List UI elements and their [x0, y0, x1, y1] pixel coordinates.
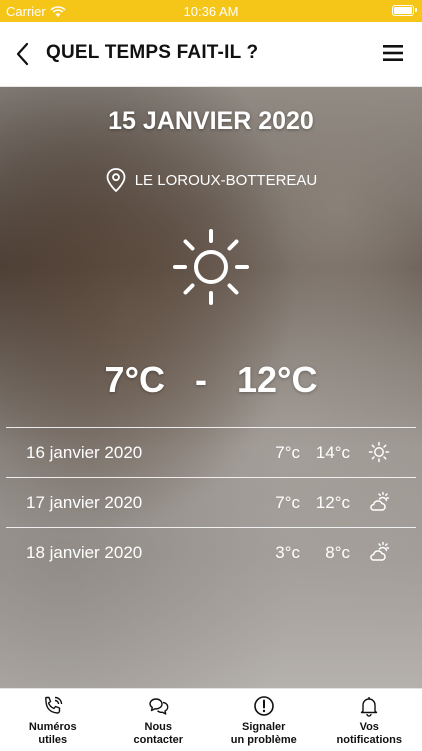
- status-bar: Carrier 10:36 AM: [0, 0, 422, 22]
- phone-icon: [42, 695, 64, 717]
- tab-nous-contacter[interactable]: Nous contacter: [106, 689, 212, 751]
- back-arrow-icon[interactable]: [8, 36, 40, 72]
- forecast-date: 18 janvier 2020: [26, 543, 142, 563]
- tab-label: Numéros utiles: [29, 721, 77, 747]
- forecast-row: 16 janvier 2020 7°c 14°c: [6, 427, 416, 477]
- tab-label: Nous contacter: [133, 721, 183, 747]
- battery-icon: [392, 5, 414, 16]
- partly-cloudy-icon: [368, 491, 390, 513]
- page-title: QUEL TEMPS FAIT-IL ?: [46, 42, 258, 64]
- forecast-max: 8°c: [325, 543, 350, 563]
- forecast-max: 14°c: [316, 443, 350, 463]
- app-header: QUEL TEMPS FAIT-IL ?: [0, 22, 422, 87]
- partly-cloudy-icon: [368, 541, 390, 563]
- weather-panel: 15 JANVIER 2020 LE LOROUX-BOTTEREAU 7°C …: [0, 87, 422, 688]
- hamburger-menu-icon[interactable]: [382, 42, 404, 64]
- sun-icon: [368, 441, 390, 463]
- tab-label: Signaler un problème: [231, 721, 297, 747]
- forecast-list: 16 janvier 2020 7°c 14°c 17 janvier 2020…: [6, 427, 416, 577]
- forecast-row: 17 janvier 2020 7°c 12°c: [6, 477, 416, 527]
- chat-icon: [147, 695, 169, 717]
- forecast-max: 12°c: [316, 493, 350, 513]
- bell-icon: [358, 695, 380, 717]
- forecast-row: 18 janvier 2020 3°c 8°c: [6, 527, 416, 577]
- forecast-min: 7°c: [275, 443, 300, 463]
- status-time: 10:36 AM: [0, 4, 422, 19]
- weather-date: 15 JANVIER 2020: [0, 107, 422, 136]
- forecast-date: 17 janvier 2020: [26, 493, 142, 513]
- location-pin-icon: [105, 167, 127, 193]
- forecast-min: 7°c: [275, 493, 300, 513]
- bottom-tab-bar: Numéros utiles Nous contacter Signaler u…: [0, 688, 422, 751]
- alert-icon: [253, 695, 275, 717]
- location-name: LE LOROUX-BOTTEREAU: [135, 172, 318, 189]
- tab-label: Vos notifications: [337, 721, 402, 747]
- tab-signaler-un-probleme[interactable]: Signaler un problème: [211, 689, 317, 751]
- temp-max: 12°C: [237, 359, 317, 400]
- temp-separator: -: [195, 359, 207, 400]
- tab-vos-notifications[interactable]: Vos notifications: [317, 689, 422, 751]
- location-row: LE LOROUX-BOTTEREAU: [0, 167, 422, 193]
- forecast-date: 16 janvier 2020: [26, 443, 142, 463]
- temperature-range: 7°C - 12°C: [0, 359, 422, 401]
- temp-min: 7°C: [105, 359, 165, 400]
- sun-icon: [171, 227, 251, 307]
- tab-numeros-utiles[interactable]: Numéros utiles: [0, 689, 106, 751]
- forecast-min: 3°c: [275, 543, 300, 563]
